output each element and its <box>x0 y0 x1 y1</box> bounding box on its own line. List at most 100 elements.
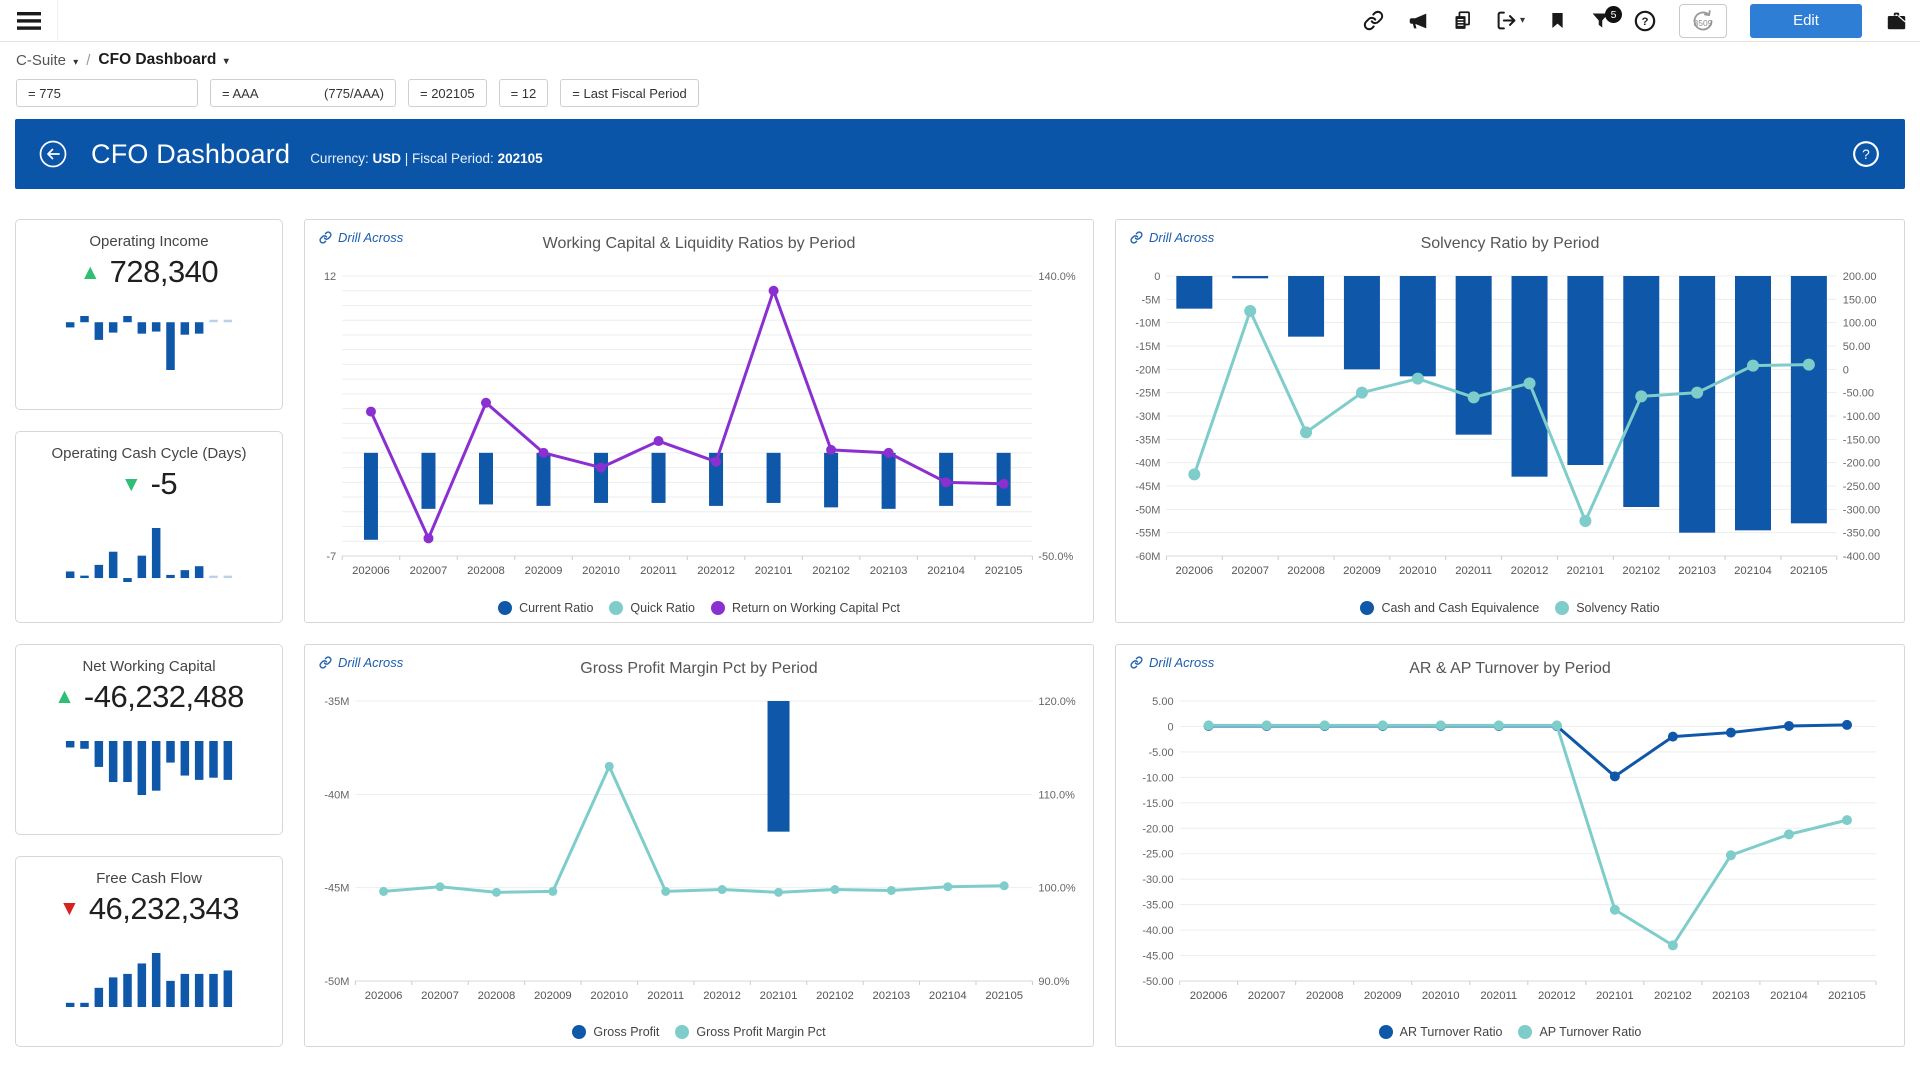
svg-text:202101: 202101 <box>755 565 793 577</box>
svg-text:202101: 202101 <box>1567 565 1605 577</box>
legend-item[interactable]: Cash and Cash Equivalence <box>1360 601 1539 615</box>
svg-text:-40.00: -40.00 <box>1142 925 1173 937</box>
kpi-card[interactable]: Operating Cash Cycle (Days)▼-5 <box>15 431 283 622</box>
filter-chip[interactable]: = 12 <box>499 79 549 107</box>
toolbar: ▾ 5 ? 3509 Edit <box>1363 4 1908 38</box>
svg-text:202104: 202104 <box>1734 565 1772 577</box>
legend-item[interactable]: Quick Ratio <box>609 601 695 615</box>
filter-chip-label: = Last Fiscal Period <box>572 86 687 101</box>
breadcrumb-section[interactable]: C-Suite ▾ <box>16 52 78 69</box>
drill-across-link[interactable]: Drill Across <box>319 230 403 245</box>
legend-label: Solvency Ratio <box>1576 601 1659 615</box>
svg-text:202105: 202105 <box>985 565 1023 577</box>
help-icon[interactable]: ? <box>1634 10 1656 32</box>
copy-pages-icon[interactable] <box>1452 10 1473 31</box>
svg-text:-35M: -35M <box>324 696 349 708</box>
kpi-value-row: ▼46,232,343 <box>16 891 282 927</box>
svg-text:-15.00: -15.00 <box>1142 797 1173 809</box>
legend-dot <box>711 601 725 615</box>
svg-text:-50.0%: -50.0% <box>1038 551 1073 563</box>
back-arrow-icon <box>37 138 69 170</box>
svg-text:-55M: -55M <box>1135 528 1160 540</box>
svg-text:-45.00: -45.00 <box>1142 950 1173 962</box>
legend-item[interactable]: AP Turnover Ratio <box>1518 1025 1641 1039</box>
legend-item[interactable]: AR Turnover Ratio <box>1379 1025 1503 1039</box>
legend-dot <box>675 1025 689 1039</box>
share-link-icon[interactable] <box>1363 10 1384 31</box>
svg-text:-100.00: -100.00 <box>1843 411 1880 423</box>
legend-dot <box>572 1025 586 1039</box>
kpi-card[interactable]: Operating Income▲728,340 <box>15 219 283 410</box>
filter-chip[interactable]: = Last Fiscal Period <box>560 79 699 107</box>
svg-text:202104: 202104 <box>1770 990 1808 1002</box>
drill-across-link[interactable]: Drill Across <box>1130 230 1214 245</box>
briefcase-icon[interactable] <box>1885 10 1908 32</box>
filter-icon[interactable]: 5 <box>1590 10 1611 31</box>
chart-legend: Gross Profit Gross Profit Margin Pct <box>305 1025 1093 1039</box>
kpi-sparkline <box>16 312 282 379</box>
svg-text:90.0%: 90.0% <box>1038 976 1069 988</box>
chart-plot-area[interactable]: -35M-40M-45M-50M120.0%110.0%100.0%90.0%2… <box>317 691 1081 1007</box>
chart-plot-area[interactable]: 12-7140.0%-50.0%202006202007202008202009… <box>317 266 1081 582</box>
breadcrumb-page[interactable]: CFO Dashboard ▾ <box>98 51 228 69</box>
chart-legend: Current Ratio Quick Ratio Return on Workin… <box>305 601 1093 615</box>
filter-chip[interactable]: = 202105 <box>408 79 487 107</box>
chevron-down-icon: ▾ <box>224 56 229 67</box>
chart-plot-area[interactable]: 0-5M-10M-15M-20M-25M-30M-35M-40M-45M-50M… <box>1128 266 1892 582</box>
announcement-megaphone-icon[interactable] <box>1407 10 1429 32</box>
hamburger-menu-icon[interactable] <box>0 0 58 42</box>
back-button[interactable] <box>37 138 69 170</box>
drill-across-link[interactable]: Drill Across <box>1130 655 1214 670</box>
kpi-sparkline <box>16 524 282 591</box>
link-icon <box>1130 656 1143 669</box>
legend-label: Gross Profit Margin Pct <box>696 1025 825 1039</box>
export-chevron-down-icon: ▾ <box>1520 15 1525 26</box>
filter-chip-sublabel: (775/AAA) <box>324 86 384 101</box>
chart-plot-area[interactable]: 5.000-5.00-10.00-15.00-20.00-25.00-30.00… <box>1128 691 1892 1007</box>
svg-text:202012: 202012 <box>697 565 735 577</box>
export-icon[interactable]: ▾ <box>1496 10 1525 31</box>
edit-button[interactable]: Edit <box>1750 4 1862 38</box>
legend-dot <box>1555 601 1569 615</box>
auto-refresh-button[interactable]: 3509 <box>1679 4 1727 38</box>
link-icon <box>1130 231 1143 244</box>
chart-title: AR & AP Turnover by Period <box>1116 645 1904 678</box>
legend-item[interactable]: Current Ratio <box>498 601 593 615</box>
chart-legend: Cash and Cash Equivalence Solvency Ratio <box>1116 601 1904 615</box>
legend-item[interactable]: Return on Working Capital Pct <box>711 601 900 615</box>
filter-chip[interactable]: = 775 <box>16 79 198 107</box>
legend-item[interactable]: Solvency Ratio <box>1555 601 1659 615</box>
filter-chip-label: = AAA <box>222 86 259 101</box>
filter-chip[interactable]: = AAA (775/AAA) <box>210 79 396 107</box>
dashboard-body: Operating Income▲728,340 Operating Cash C… <box>15 219 1905 1047</box>
svg-text:202103: 202103 <box>870 565 908 577</box>
svg-text:-40M: -40M <box>1135 458 1160 470</box>
svg-text:202103: 202103 <box>1678 565 1716 577</box>
kpi-card[interactable]: Free Cash Flow▼46,232,343 <box>15 856 283 1047</box>
filter-chip-label: = 775 <box>28 86 61 101</box>
svg-text:202103: 202103 <box>873 990 911 1002</box>
legend-item[interactable]: Gross Profit Margin Pct <box>675 1025 825 1039</box>
svg-text:-35M: -35M <box>1135 434 1160 446</box>
drill-across-link[interactable]: Drill Across <box>319 655 403 670</box>
svg-text:-15M: -15M <box>1135 341 1160 353</box>
svg-text:-400.00: -400.00 <box>1843 551 1880 563</box>
kpi-sparkline <box>16 949 282 1016</box>
page-header: CFO Dashboard Currency: USD | Fiscal Per… <box>15 119 1905 189</box>
kpi-title: Operating Income <box>16 233 282 250</box>
help-icon[interactable]: ? <box>1851 139 1881 169</box>
svg-text:-30.00: -30.00 <box>1142 874 1173 886</box>
kpi-card[interactable]: Net Working Capital▲-46,232,488 <box>15 644 283 835</box>
chart-title: Working Capital & Liquidity Ratios by Pe… <box>305 220 1093 253</box>
kpi-column: Operating Income▲728,340 Operating Cash C… <box>15 219 283 1047</box>
chart-title: Gross Profit Margin Pct by Period <box>305 645 1093 678</box>
svg-text:-20.00: -20.00 <box>1142 823 1173 835</box>
svg-text:202105: 202105 <box>1828 990 1866 1002</box>
legend-item[interactable]: Gross Profit <box>572 1025 659 1039</box>
svg-text:-50M: -50M <box>324 976 349 988</box>
link-icon <box>319 656 332 669</box>
kpi-value: -46,232,488 <box>84 679 244 715</box>
svg-text:0: 0 <box>1167 721 1173 733</box>
svg-text:202006: 202006 <box>365 990 403 1002</box>
bookmark-icon[interactable] <box>1548 10 1567 31</box>
